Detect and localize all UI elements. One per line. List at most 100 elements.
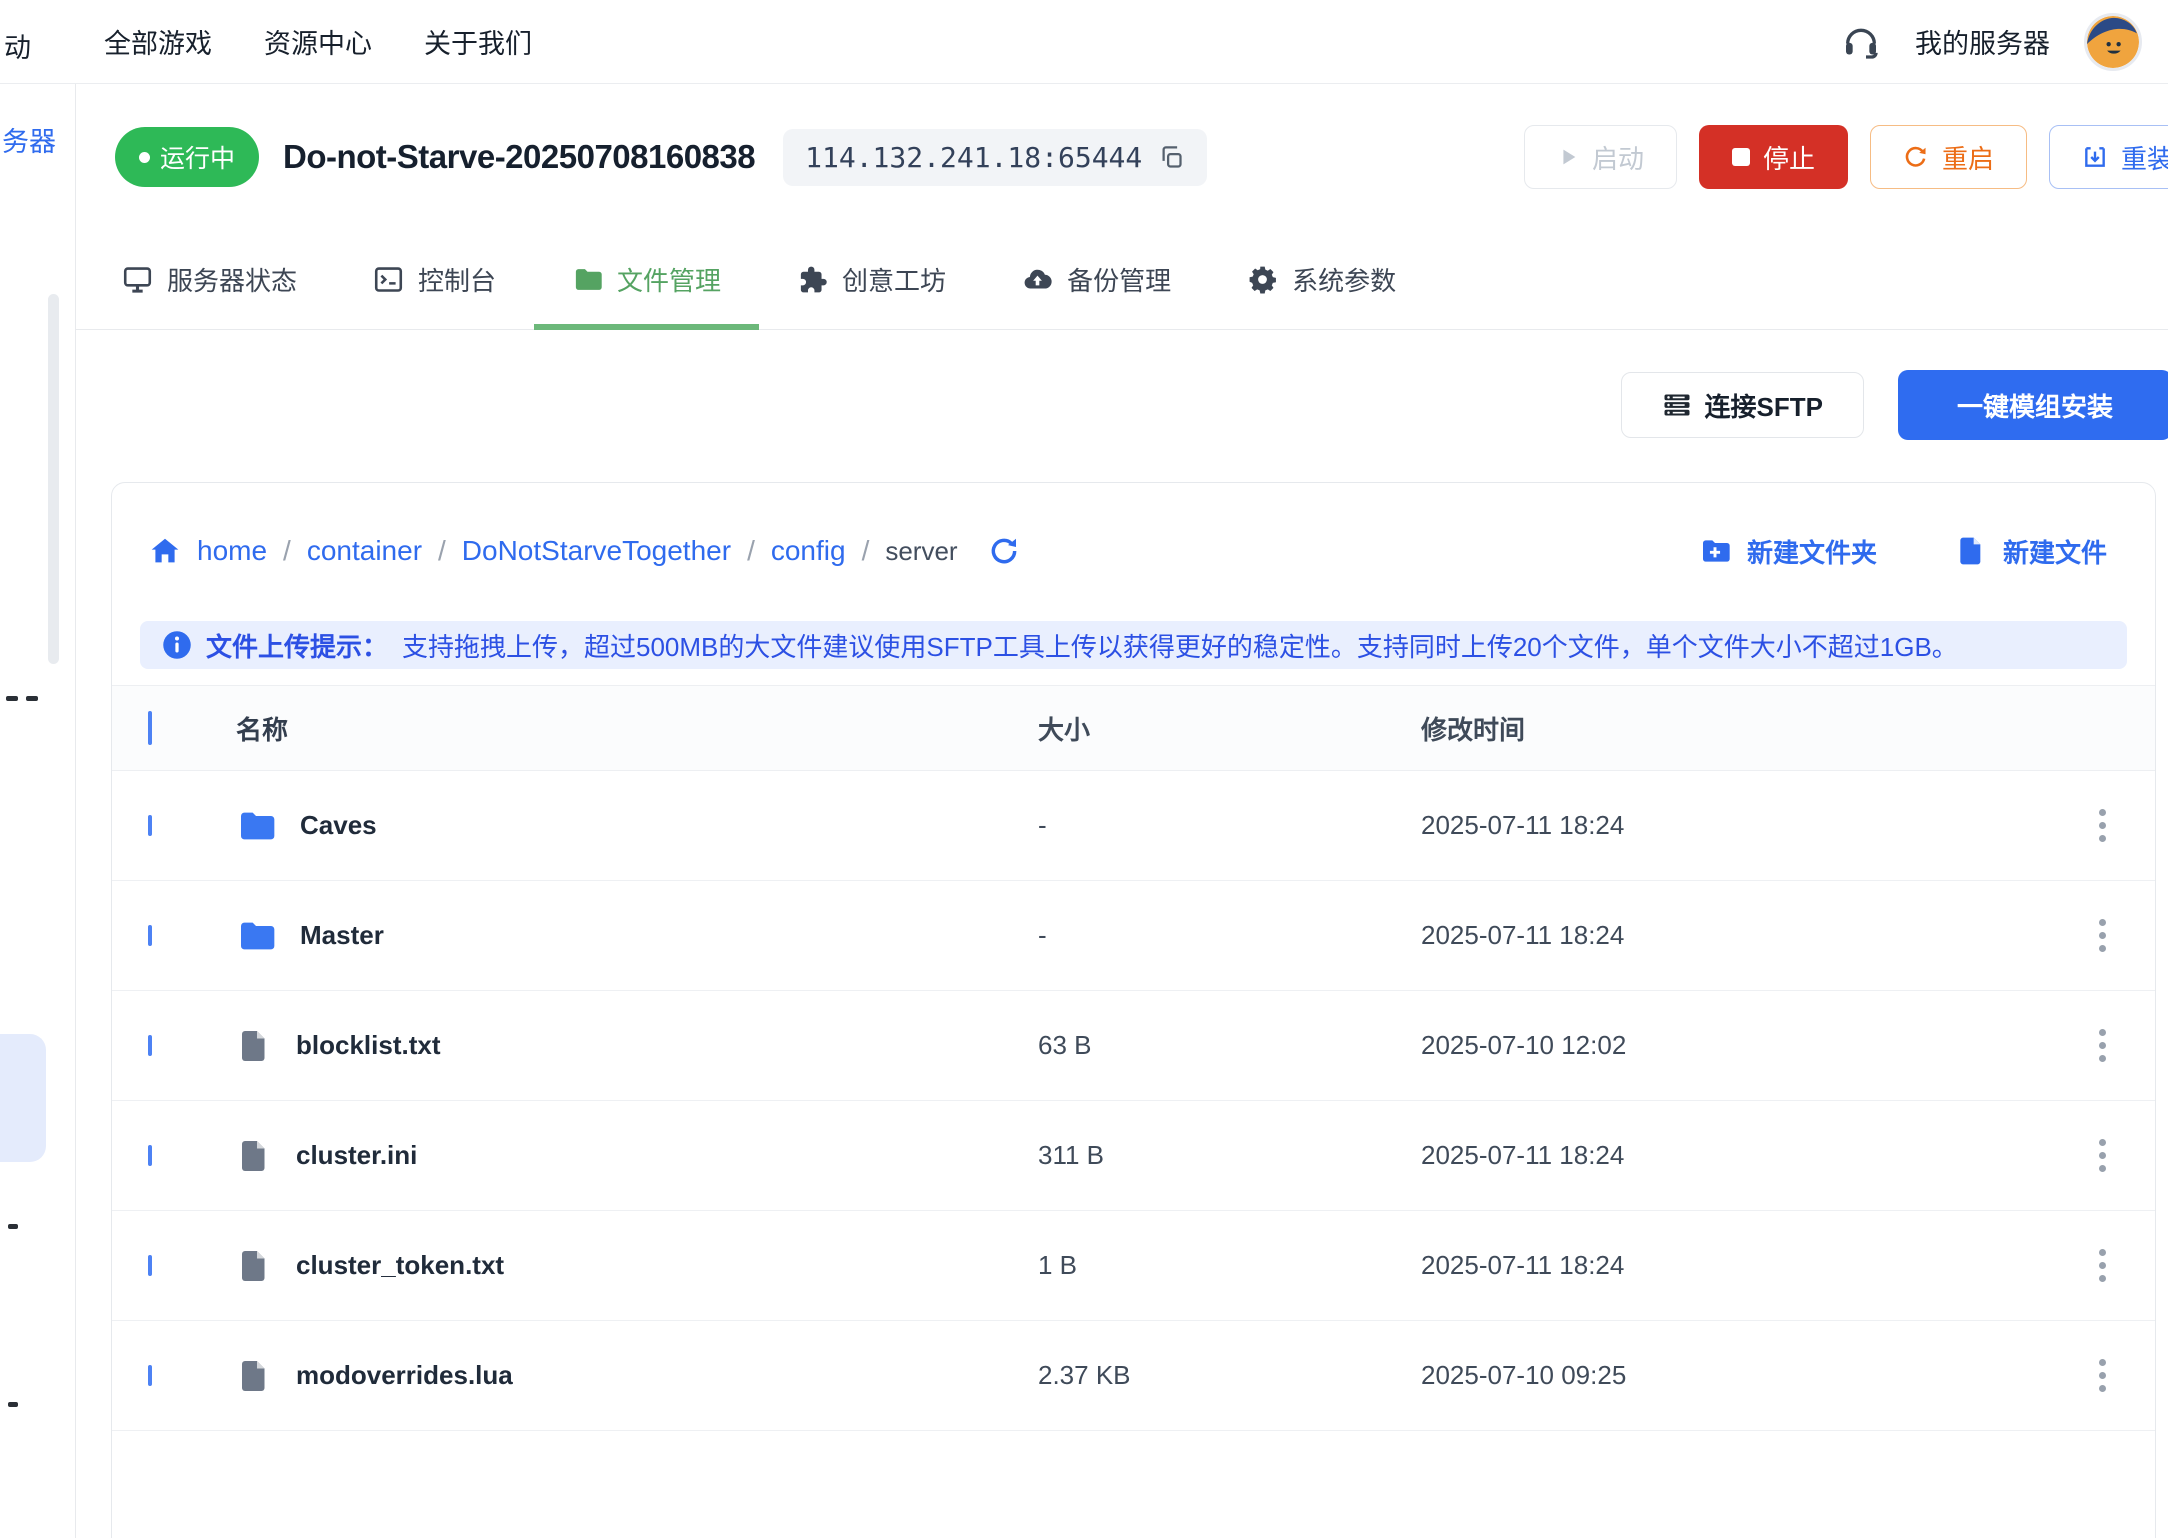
new-folder-label: 新建文件夹 <box>1747 533 1877 570</box>
stop-button[interactable]: 停止 <box>1699 125 1848 189</box>
tab-server-status[interactable]: 服务器状态 <box>84 230 335 329</box>
breadcrumb-separator: / <box>747 535 755 567</box>
upload-tip-banner: 文件上传提示： 支持拖拽上传，超过500MB的大文件建议使用SFTP工具上传以获… <box>140 621 2127 669</box>
column-header-name: 名称 <box>236 710 288 747</box>
reinstall-icon <box>2082 144 2108 170</box>
top-navbar: 动 全部游戏 资源中心 关于我们 我的服务器 <box>0 0 2168 84</box>
upload-tip-body: 支持拖拽上传，超过500MB的大文件建议使用SFTP工具上传以获得更好的稳定性。… <box>402 627 1958 664</box>
file-name[interactable]: cluster_token.txt <box>296 1250 504 1281</box>
home-icon[interactable] <box>149 535 181 567</box>
row-checkbox[interactable] <box>148 1365 152 1386</box>
file-size: 2.37 KB <box>1038 1360 1421 1391</box>
restart-button[interactable]: 重启 <box>1870 125 2027 189</box>
column-header-modified: 修改时间 <box>1421 710 2080 747</box>
row-checkbox[interactable] <box>148 815 152 836</box>
breadcrumb-link-home[interactable]: home <box>197 535 267 567</box>
reinstall-button[interactable]: 重装 <box>2049 125 2168 189</box>
tab-workshop[interactable]: 创意工坊 <box>759 230 984 329</box>
table-row-modoverrides[interactable]: modoverrides.lua 2.37 KB 2025-07-10 09:2… <box>112 1321 2155 1431</box>
topnav-item-about-us[interactable]: 关于我们 <box>424 22 532 61</box>
info-icon <box>162 630 192 660</box>
folder-icon <box>236 916 276 956</box>
row-checkbox[interactable] <box>148 925 152 946</box>
file-name[interactable]: Master <box>300 920 384 951</box>
file-size: - <box>1038 920 1421 951</box>
row-checkbox[interactable] <box>148 1035 152 1056</box>
server-header: 运行中 Do-not-Starve-20250708160838 114.132… <box>76 84 2168 230</box>
one-click-mod-install-button[interactable]: 一键模组安装 <box>1898 370 2168 440</box>
start-button-label: 启动 <box>1592 139 1644 176</box>
file-name[interactable]: Caves <box>300 810 377 841</box>
breadcrumb-separator: / <box>438 535 446 567</box>
connect-sftp-button[interactable]: 连接SFTP <box>1621 372 1864 438</box>
breadcrumb-link-container[interactable]: container <box>307 535 422 567</box>
new-folder-button[interactable]: 新建文件夹 <box>1699 533 1877 570</box>
table-row-cluster-ini[interactable]: cluster.ini 311 B 2025-07-11 18:24 <box>112 1101 2155 1211</box>
table-row-caves[interactable]: Caves - 2025-07-11 18:24 <box>112 771 2155 881</box>
tab-label: 控制台 <box>418 261 496 298</box>
my-servers-link[interactable]: 我的服务器 <box>1915 22 2050 61</box>
breadcrumb: home / container / DoNotStarveTogether /… <box>149 535 1020 567</box>
file-modified: 2025-07-10 12:02 <box>1421 1030 2080 1061</box>
main-panel: 运行中 Do-not-Starve-20250708160838 114.132… <box>76 84 2168 1538</box>
sidebar-dot <box>26 696 38 701</box>
status-badge: 运行中 <box>115 127 259 187</box>
tab-system-params[interactable]: 系统参数 <box>1209 230 1434 329</box>
file-table-header: 名称 大小 修改时间 <box>112 685 2155 771</box>
mod-install-label: 一键模组安装 <box>1957 387 2113 424</box>
breadcrumb-current: server <box>885 536 957 567</box>
cloud-upload-icon <box>1022 264 1053 295</box>
row-menu-icon[interactable] <box>2095 1135 2110 1176</box>
topnav-item-clipped[interactable]: 动 <box>4 26 31 65</box>
tab-label: 服务器状态 <box>167 261 297 298</box>
file-name[interactable]: modoverrides.lua <box>296 1360 513 1391</box>
row-checkbox[interactable] <box>148 1255 152 1276</box>
breadcrumb-link-config[interactable]: config <box>771 535 846 567</box>
file-size: - <box>1038 810 1421 841</box>
restart-icon <box>1903 144 1929 170</box>
table-row-blocklist[interactable]: blocklist.txt 63 B 2025-07-10 12:02 <box>112 991 2155 1101</box>
row-menu-icon[interactable] <box>2095 805 2110 846</box>
row-menu-icon[interactable] <box>2095 915 2110 956</box>
row-menu-icon[interactable] <box>2095 1355 2110 1396</box>
table-row-cluster-token[interactable]: cluster_token.txt 1 B 2025-07-11 18:24 <box>112 1211 2155 1321</box>
file-modified: 2025-07-11 18:24 <box>1421 1140 2080 1171</box>
breadcrumb-separator: / <box>862 535 870 567</box>
copy-icon[interactable] <box>1158 144 1185 171</box>
topnav-item-all-games[interactable]: 全部游戏 <box>104 22 212 61</box>
sidebar-dot <box>6 696 18 701</box>
start-button[interactable]: 启动 <box>1524 125 1677 189</box>
tab-label: 备份管理 <box>1067 261 1171 298</box>
puzzle-icon <box>797 264 828 295</box>
breadcrumb-row: home / container / DoNotStarveTogether /… <box>112 509 2155 593</box>
sidebar-item-clipped[interactable]: 务器 <box>2 120 56 159</box>
file-name[interactable]: blocklist.txt <box>296 1030 440 1061</box>
row-menu-icon[interactable] <box>2095 1245 2110 1286</box>
avatar[interactable] <box>2084 13 2142 71</box>
file-name[interactable]: cluster.ini <box>296 1140 417 1171</box>
tab-backup[interactable]: 备份管理 <box>984 230 1209 329</box>
topnav-item-resource-center[interactable]: 资源中心 <box>264 22 372 61</box>
table-row-master[interactable]: Master - 2025-07-11 18:24 <box>112 881 2155 991</box>
row-menu-icon[interactable] <box>2095 1025 2110 1066</box>
headset-icon[interactable] <box>1841 22 1881 62</box>
sidebar-scrollbar[interactable] <box>48 294 59 664</box>
server-rack-icon <box>1662 390 1692 420</box>
folder-icon <box>572 264 603 295</box>
reinstall-button-label: 重装 <box>2121 139 2168 176</box>
column-header-size: 大小 <box>1038 710 1421 747</box>
tab-file-manager[interactable]: 文件管理 <box>534 230 759 329</box>
refresh-icon[interactable] <box>988 535 1020 567</box>
select-all-checkbox[interactable] <box>148 711 152 745</box>
tab-console[interactable]: 控制台 <box>335 230 534 329</box>
breadcrumb-link-donotstarvetogether[interactable]: DoNotStarveTogether <box>462 535 731 567</box>
file-icon <box>236 1028 272 1064</box>
left-sidebar-strip: 务器 <box>0 84 76 1538</box>
new-file-button[interactable]: 新建文件 <box>1955 533 2107 570</box>
file-size: 63 B <box>1038 1030 1421 1061</box>
connect-sftp-label: 连接SFTP <box>1705 387 1823 424</box>
file-manager-content: 连接SFTP 一键模组安装 home / container <box>76 370 2168 1538</box>
sidebar-dot <box>8 1402 18 1407</box>
file-icon <box>236 1358 272 1394</box>
row-checkbox[interactable] <box>148 1145 152 1166</box>
